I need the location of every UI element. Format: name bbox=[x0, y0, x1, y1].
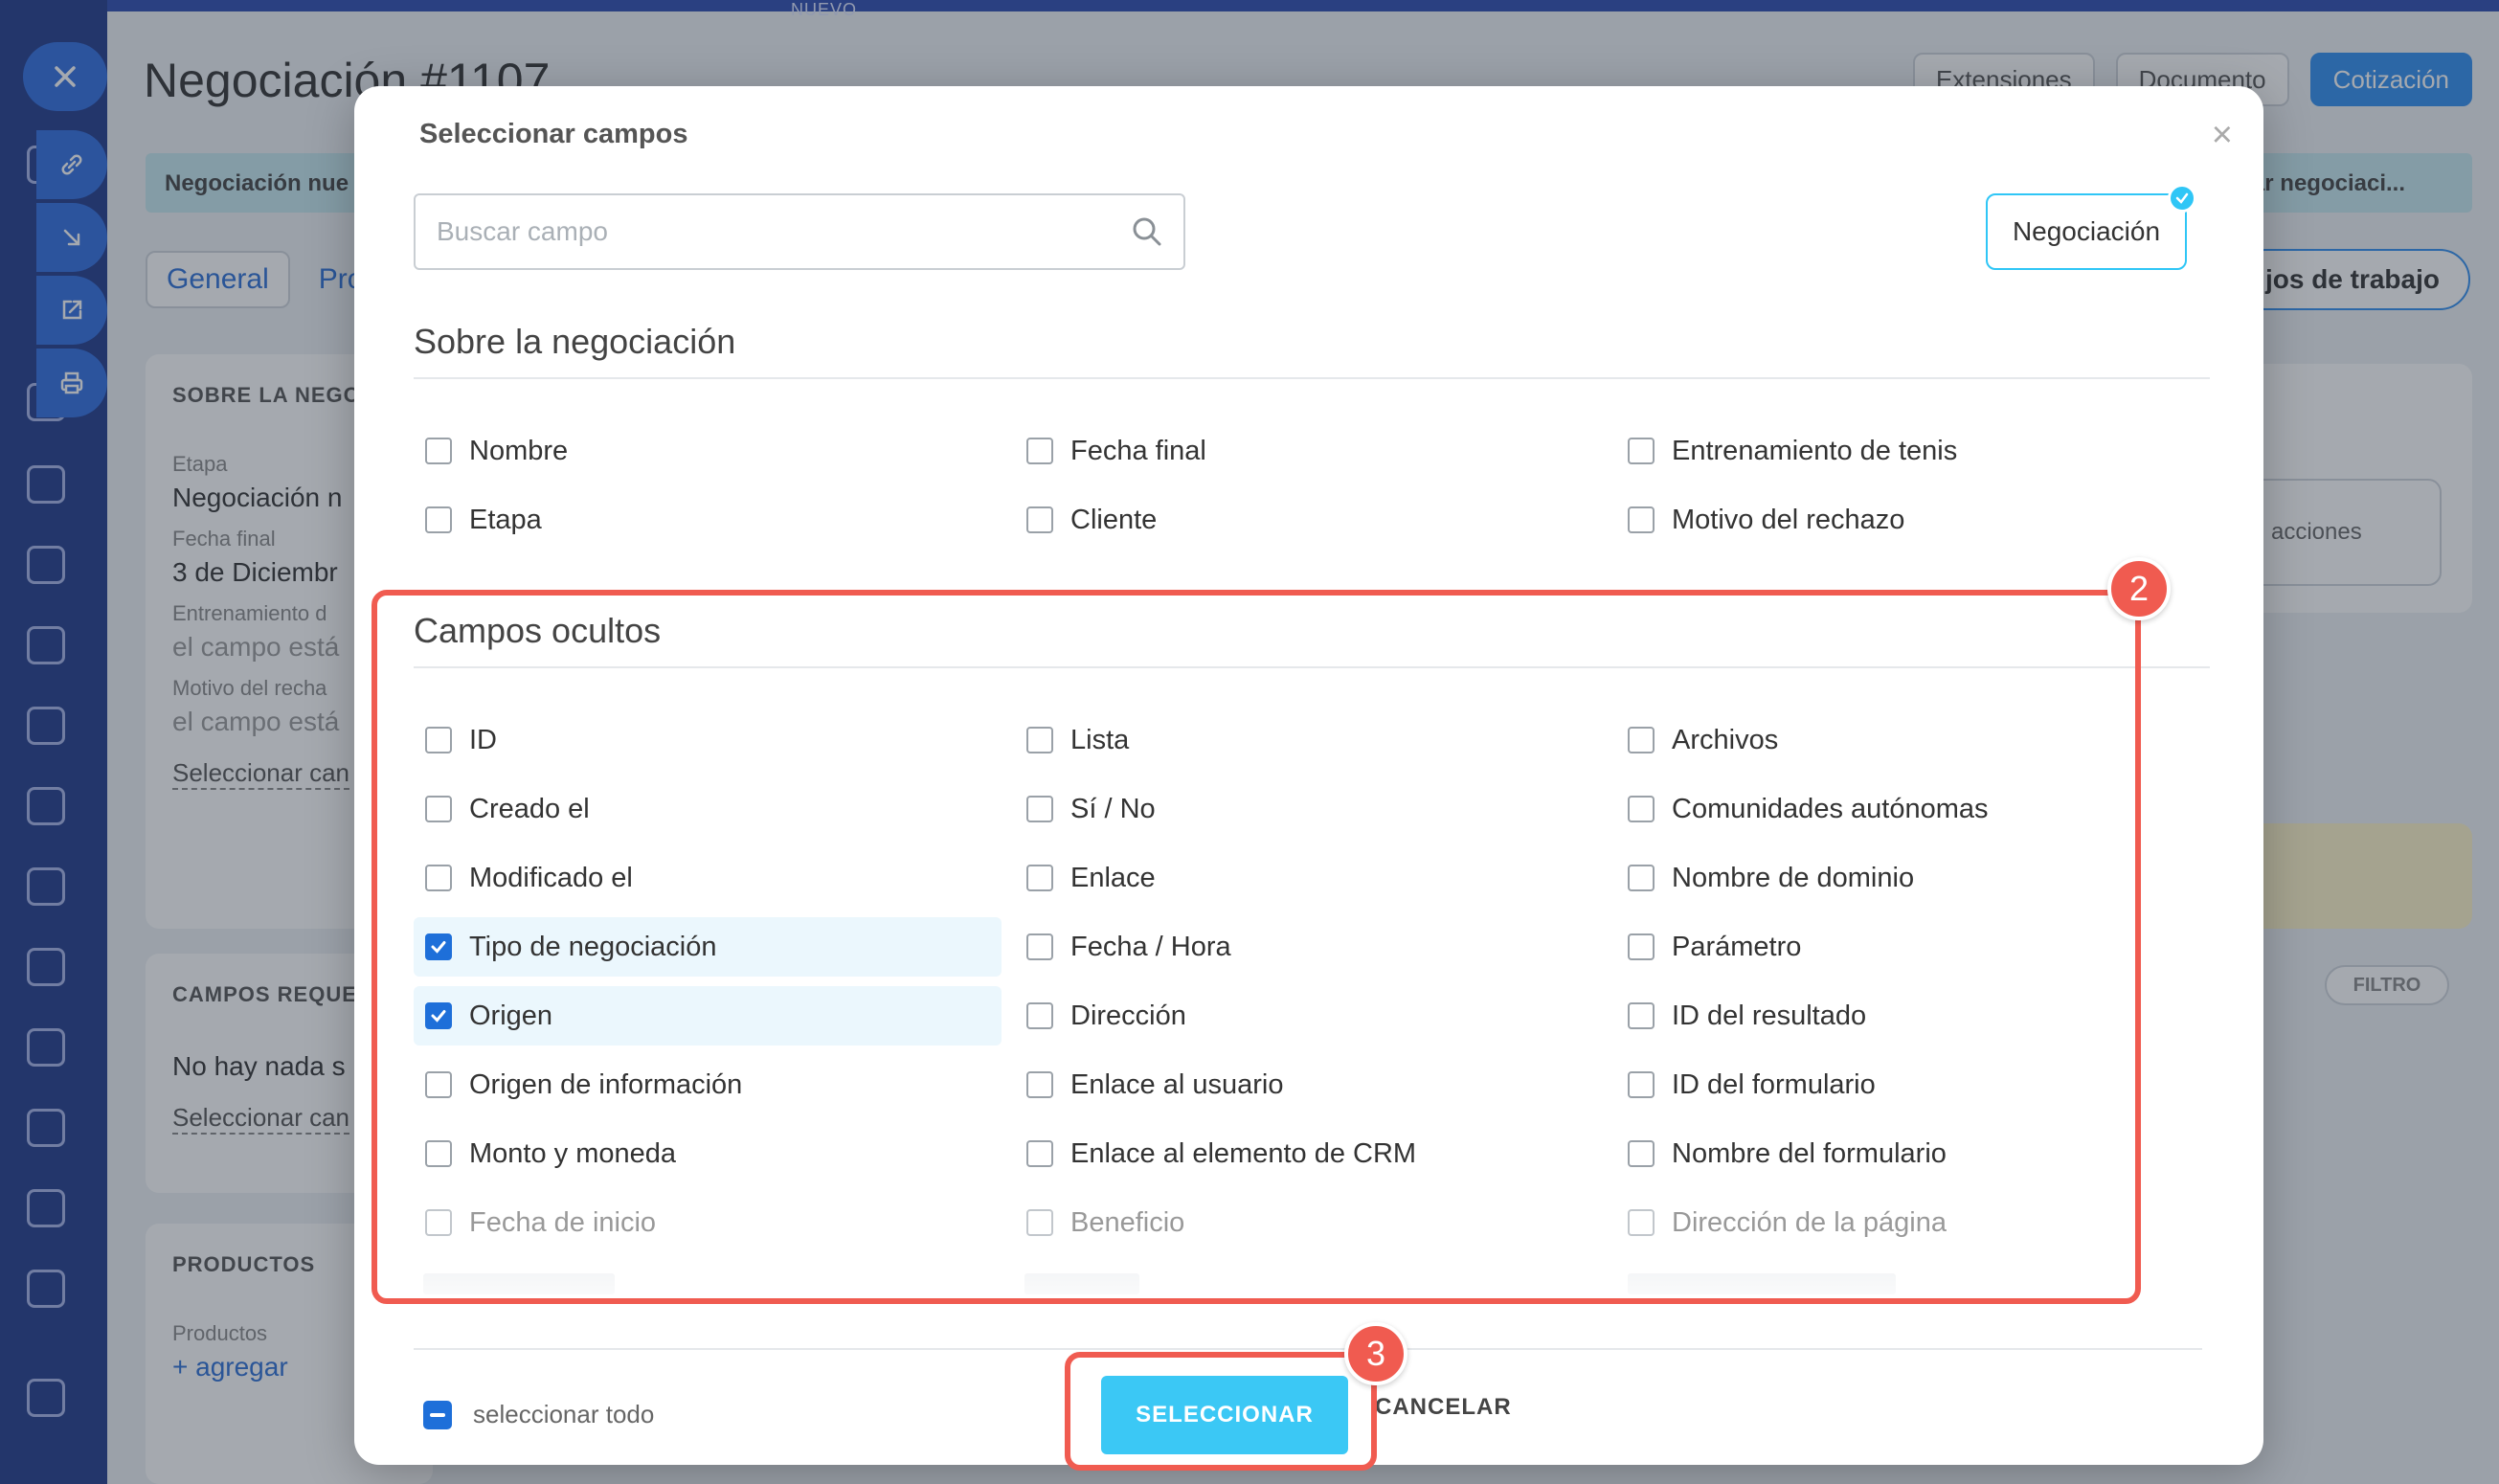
field-checkbox-row[interactable]: Entrenamiento de tenis bbox=[1616, 421, 2204, 481]
field-checkbox-row[interactable]: Cliente bbox=[1015, 490, 1603, 550]
footer-divider bbox=[414, 1348, 2202, 1350]
checkbox[interactable] bbox=[1628, 438, 1655, 464]
select-all-toggle[interactable]: seleccionar todo bbox=[423, 1400, 654, 1429]
checkbox[interactable] bbox=[425, 438, 452, 464]
entity-chip-deal[interactable]: Negociación bbox=[1986, 184, 2196, 270]
cancel-button[interactable]: CANCELAR bbox=[1375, 1394, 1512, 1421]
field-label: Etapa bbox=[469, 504, 542, 535]
checkbox[interactable] bbox=[1026, 506, 1053, 533]
field-label: Cliente bbox=[1070, 504, 1158, 535]
field-checkbox-row[interactable]: Nombre bbox=[414, 421, 1002, 481]
entity-chip-label: Negociación bbox=[2012, 216, 2161, 246]
step-badge-2: 2 bbox=[2107, 557, 2171, 620]
select-all-label: seleccionar todo bbox=[473, 1400, 655, 1428]
field-checkbox-row[interactable]: Motivo del rechazo bbox=[1616, 490, 2204, 550]
section-divider bbox=[414, 377, 2210, 379]
checkbox[interactable] bbox=[425, 506, 452, 533]
check-icon bbox=[2168, 184, 2196, 213]
field-checkbox-row[interactable]: Etapa bbox=[414, 490, 1002, 550]
search-field[interactable] bbox=[414, 193, 1185, 270]
field-label: Motivo del rechazo bbox=[1672, 504, 1905, 535]
field-label: Fecha final bbox=[1070, 435, 1206, 466]
close-icon[interactable]: × bbox=[2212, 115, 2233, 156]
highlight-select-button bbox=[1065, 1352, 1377, 1471]
section-title-about: Sobre la negociación bbox=[414, 322, 736, 361]
highlight-hidden-fields bbox=[371, 590, 2141, 1304]
step-badge-3: 3 bbox=[1344, 1322, 1407, 1385]
field-label: Entrenamiento de tenis bbox=[1672, 435, 1958, 466]
search-input[interactable] bbox=[416, 195, 1124, 268]
dialog-title: Seleccionar campos bbox=[419, 119, 688, 149]
field-label: Nombre bbox=[469, 435, 569, 466]
search-icon bbox=[1133, 217, 1161, 246]
field-checkbox-row[interactable]: Fecha final bbox=[1015, 421, 1603, 481]
checkbox[interactable] bbox=[1628, 506, 1655, 533]
indeterminate-checkbox[interactable] bbox=[423, 1400, 452, 1429]
checkbox[interactable] bbox=[1026, 438, 1053, 464]
